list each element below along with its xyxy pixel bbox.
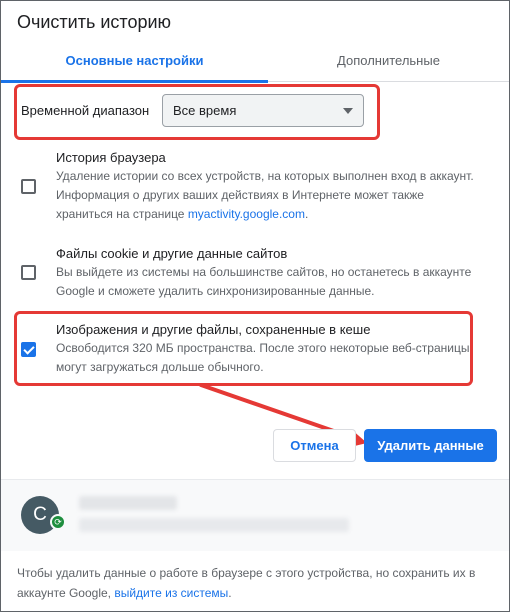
footer-text: Чтобы удалить данные о работе в браузере… [17, 566, 476, 600]
footer-note: Чтобы удалить данные о работе в браузере… [17, 563, 497, 603]
sync-icon: ⟳ [50, 514, 66, 530]
sign-out-link[interactable]: выйдите из системы [114, 586, 228, 600]
cancel-button[interactable]: Отмена [273, 429, 356, 462]
delete-data-button[interactable]: Удалить данные [364, 429, 497, 462]
footer-end: . [228, 586, 232, 600]
account-name-blurred [79, 496, 177, 510]
account-section: C ⟳ [1, 479, 509, 551]
account-email-blurred [79, 518, 349, 532]
clear-history-dialog: Очистить историю Основные настройки Допо… [0, 0, 510, 612]
